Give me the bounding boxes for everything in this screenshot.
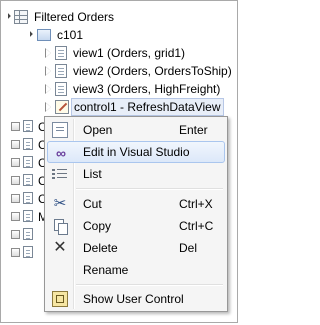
delete-icon: ✕ bbox=[53, 239, 67, 256]
list-icon bbox=[52, 166, 68, 182]
page-icon bbox=[23, 246, 33, 258]
menu-item-show-user-control[interactable]: Show User Control bbox=[47, 288, 225, 310]
copy-icon bbox=[52, 218, 68, 235]
expand-arrow-icon[interactable] bbox=[27, 31, 33, 37]
tree-node-c101[interactable]: c101 bbox=[27, 26, 85, 44]
menu-item-shortcut: Ctrl+C bbox=[179, 219, 214, 233]
tree-node-view2[interactable]: view2 (Orders, OrdersToShip) bbox=[45, 62, 234, 80]
user-control-icon bbox=[55, 100, 69, 114]
menu-separator bbox=[76, 284, 223, 286]
expand-box-icon[interactable] bbox=[11, 248, 20, 257]
menu-item-label: Open bbox=[83, 123, 113, 137]
page-icon bbox=[23, 120, 33, 132]
tree-node-view1[interactable]: view1 (Orders, grid1) bbox=[45, 44, 187, 62]
expand-box-icon[interactable] bbox=[11, 194, 20, 203]
context-menu: Open Enter ∞ Edit in Visual Studio List … bbox=[44, 116, 228, 312]
collapse-arrow-icon[interactable] bbox=[45, 48, 51, 58]
expand-box-icon[interactable] bbox=[11, 158, 20, 167]
menu-item-label: Copy bbox=[83, 219, 112, 233]
menu-item-rename[interactable]: Rename bbox=[47, 259, 225, 281]
tree-node-label: c101 bbox=[57, 28, 84, 42]
page-icon bbox=[23, 174, 33, 186]
page-icon bbox=[55, 46, 67, 60]
menu-item-edit-in-visual-studio[interactable]: ∞ Edit in Visual Studio bbox=[47, 141, 225, 163]
menu-item-label: Rename bbox=[83, 263, 129, 277]
folder-icon bbox=[37, 29, 51, 41]
menu-separator bbox=[76, 188, 223, 190]
expand-box-icon[interactable] bbox=[11, 176, 20, 185]
page-icon bbox=[23, 156, 33, 168]
menu-item-open[interactable]: Open Enter bbox=[47, 119, 225, 141]
collapse-arrow-icon[interactable] bbox=[45, 84, 51, 94]
tree-node-control1[interactable]: control1 - RefreshDataView bbox=[45, 98, 224, 116]
collapse-arrow-icon[interactable] bbox=[45, 66, 51, 76]
menu-item-shortcut: Enter bbox=[179, 123, 208, 137]
expand-box-icon[interactable] bbox=[11, 140, 20, 149]
cut-icon: ✂ bbox=[53, 195, 67, 212]
show-user-control-icon bbox=[52, 291, 68, 307]
menu-item-shortcut: Del bbox=[179, 241, 198, 255]
page-icon bbox=[55, 82, 67, 96]
tree-node-view3[interactable]: view3 (Orders, HighFreight) bbox=[45, 80, 222, 98]
tree-node-label: view2 (Orders, OrdersToShip) bbox=[73, 64, 232, 78]
menu-item-cut[interactable]: ✂ Cut Ctrl+X bbox=[47, 193, 225, 215]
page-icon bbox=[23, 138, 33, 150]
expand-box-icon[interactable] bbox=[11, 212, 20, 221]
page-icon bbox=[55, 64, 67, 78]
menu-item-copy[interactable]: Copy Ctrl+C bbox=[47, 215, 225, 237]
menu-item-label: Cut bbox=[83, 197, 102, 211]
expand-arrow-icon[interactable] bbox=[5, 13, 11, 19]
tree-node-label: view3 (Orders, HighFreight) bbox=[73, 82, 221, 96]
menu-item-shortcut: Ctrl+X bbox=[179, 197, 213, 211]
tree-node-root[interactable]: Filtered Orders bbox=[5, 8, 116, 26]
open-icon bbox=[52, 122, 68, 138]
menu-item-label: Delete bbox=[83, 241, 118, 255]
menu-item-label: Show User Control bbox=[83, 292, 184, 306]
menu-item-delete[interactable]: ✕ Delete Del bbox=[47, 237, 225, 259]
expand-box-icon[interactable] bbox=[11, 230, 20, 239]
page-icon bbox=[23, 210, 33, 222]
tree-node-label: control1 - RefreshDataView bbox=[71, 98, 224, 116]
expand-box-icon[interactable] bbox=[11, 122, 20, 131]
visual-studio-icon: ∞ bbox=[56, 145, 66, 161]
page-icon bbox=[23, 192, 33, 204]
page-icon bbox=[23, 228, 33, 240]
grid-icon bbox=[14, 10, 28, 24]
collapse-arrow-icon[interactable] bbox=[45, 102, 51, 112]
tree-node-label: view1 (Orders, grid1) bbox=[73, 46, 186, 60]
menu-item-label: List bbox=[83, 167, 102, 181]
menu-item-list[interactable]: List bbox=[47, 163, 225, 185]
menu-item-label: Edit in Visual Studio bbox=[83, 145, 190, 159]
tree-node-label: Filtered Orders bbox=[34, 10, 115, 24]
